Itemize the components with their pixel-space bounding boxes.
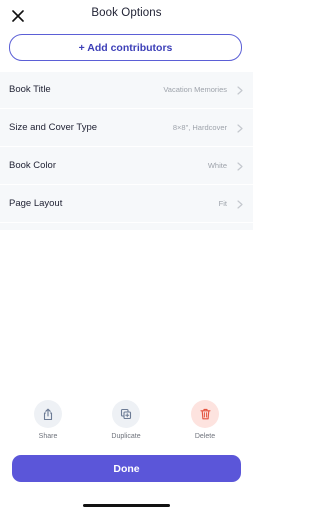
- duplicate-button[interactable]: [112, 400, 140, 428]
- top-bar: Book Options: [0, 0, 253, 30]
- delete-label: Delete: [194, 433, 216, 440]
- duplicate-label: Duplicate: [111, 433, 141, 440]
- share-button[interactable]: [34, 400, 62, 428]
- option-label: Size and Cover Type: [9, 122, 98, 133]
- add-contributors-button[interactable]: + Add contributors: [9, 34, 242, 61]
- option-row-book-color[interactable]: Book Color White: [0, 148, 253, 185]
- option-value: White: [207, 161, 227, 170]
- chevron-right-icon: [235, 122, 245, 134]
- delete-button[interactable]: [191, 400, 219, 428]
- home-indicator: [83, 504, 170, 507]
- share-label: Share: [38, 433, 58, 440]
- option-row-page-layout[interactable]: Page Layout Fit: [0, 186, 253, 223]
- duplicate-action[interactable]: Duplicate: [96, 400, 156, 440]
- options-list: Book Title Vacation Memories Size and Co…: [0, 72, 253, 230]
- chevron-right-icon: [235, 84, 245, 96]
- option-value: 8×8", Hardcover: [172, 123, 227, 132]
- option-label: Book Title: [9, 84, 51, 95]
- duplicate-icon: [120, 408, 132, 420]
- share-action[interactable]: Share: [18, 400, 78, 440]
- done-button[interactable]: Done: [12, 455, 241, 482]
- trash-icon: [199, 408, 211, 420]
- delete-action[interactable]: Delete: [175, 400, 235, 440]
- chevron-right-icon: [235, 198, 245, 210]
- option-row-size-cover[interactable]: Size and Cover Type 8×8", Hardcover: [0, 110, 253, 147]
- share-icon: [43, 408, 53, 420]
- option-row-book-title[interactable]: Book Title Vacation Memories: [0, 72, 253, 109]
- chevron-right-icon: [235, 160, 245, 172]
- option-label: Page Layout: [9, 198, 63, 209]
- option-value: Fit: [218, 199, 227, 208]
- page-title: Book Options: [91, 7, 162, 19]
- option-value: Vacation Memories: [163, 85, 227, 94]
- option-label: Book Color: [9, 160, 56, 171]
